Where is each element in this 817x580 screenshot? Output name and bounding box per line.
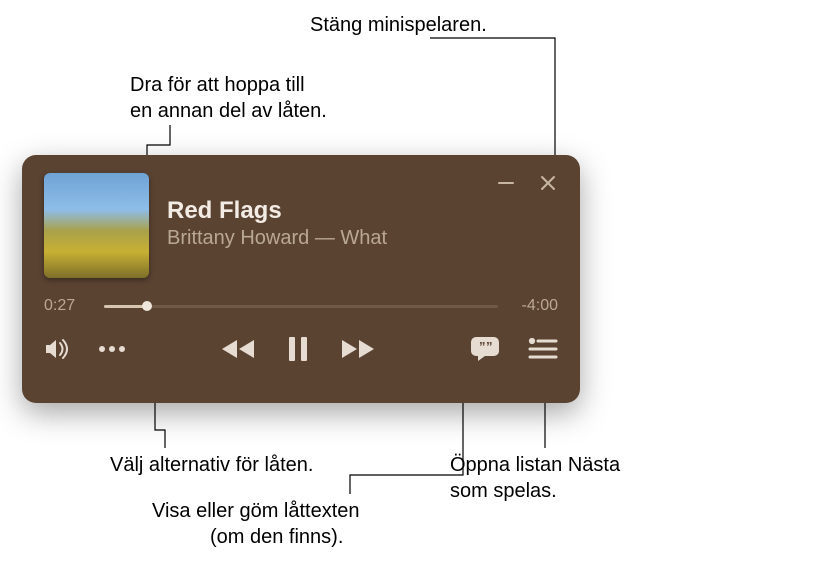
queue-button[interactable] <box>528 338 558 360</box>
rewind-button[interactable] <box>220 338 256 360</box>
transport-controls <box>220 336 376 362</box>
lyrics-button[interactable]: ” ” <box>470 336 500 362</box>
remaining-time: -4:00 <box>512 297 558 315</box>
volume-icon <box>44 338 70 360</box>
scrubber-playhead[interactable] <box>142 301 152 311</box>
scrubber-track <box>104 305 498 308</box>
forward-button[interactable] <box>340 338 376 360</box>
callout-lyrics-l2: (om den finns). <box>210 524 343 551</box>
more-icon <box>98 341 126 357</box>
song-title: Red Flags <box>167 197 478 225</box>
callout-close: Stäng minispelaren. <box>310 12 487 39</box>
miniplayer: Red Flags Brittany Howard — What 0:27 <box>22 155 580 403</box>
artist-line: Brittany Howard — What <box>167 227 478 250</box>
callout-more: Välj alternativ för låten. <box>110 452 313 479</box>
player-top-row: Red Flags Brittany Howard — What <box>44 173 558 278</box>
scrubber-fill <box>104 305 147 308</box>
callout-scrub-l1: Dra för att hoppa till <box>130 72 305 99</box>
lyrics-icon: ” ” <box>470 336 500 362</box>
rewind-icon <box>220 338 256 360</box>
scrubber[interactable] <box>104 296 498 316</box>
svg-text:”: ” <box>486 339 493 354</box>
elapsed-time: 0:27 <box>44 297 90 315</box>
callout-queue-l2: som spelas. <box>450 478 557 505</box>
album-art[interactable] <box>44 173 149 278</box>
minimize-button[interactable] <box>496 175 516 195</box>
controls-row: ” ” <box>44 336 558 362</box>
queue-icon <box>528 338 558 360</box>
callout-scrub-l2: en annan del av låten. <box>130 98 327 125</box>
pause-button[interactable] <box>288 336 308 362</box>
window-controls <box>496 175 558 195</box>
close-button[interactable] <box>538 175 558 195</box>
close-icon <box>539 174 557 197</box>
pause-icon <box>288 336 308 362</box>
minimize-icon <box>497 174 515 197</box>
svg-text:”: ” <box>479 339 486 354</box>
callout-queue-l1: Öppna listan Nästa <box>450 452 620 479</box>
title-block: Red Flags Brittany Howard — What <box>167 197 478 250</box>
more-button[interactable] <box>98 341 126 357</box>
volume-button[interactable] <box>44 338 70 360</box>
progress-row: 0:27 -4:00 <box>44 296 558 316</box>
forward-icon <box>340 338 376 360</box>
callout-lyrics-l1: Visa eller göm låttexten <box>152 498 360 525</box>
